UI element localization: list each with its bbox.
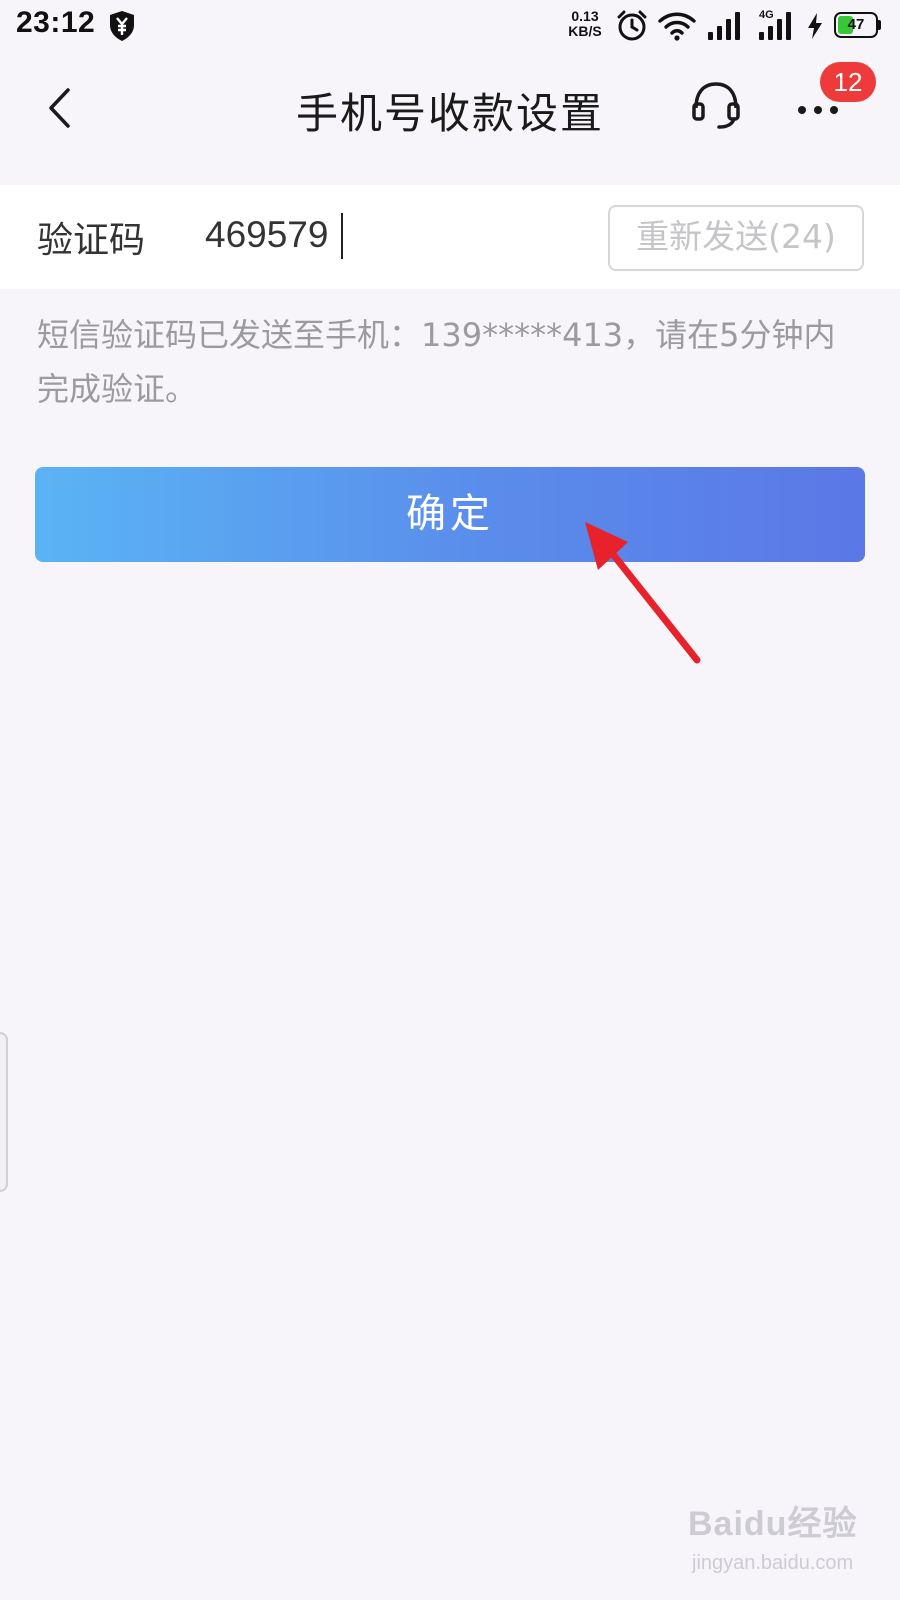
status-time: 23:12 [16,6,96,39]
text-caret [341,213,343,259]
charging-icon [808,13,822,39]
battery-text: 47 [847,16,865,33]
signal-4g-icon [759,12,791,40]
baidu-watermark: Baidu经验 jingyan.baidu.com [688,1496,888,1586]
net-speed: 0.13 KB/S [566,9,604,39]
side-drawer-handle[interactable] [0,1032,8,1192]
resend-code-button[interactable]: 重新发送(24) [608,205,864,271]
net-speed-value: 0.13 [571,8,599,24]
page-title: 手机号收款设置 [295,89,604,138]
code-input[interactable] [205,209,535,261]
notification-badge: 12 [820,62,876,102]
status-bar: 23:12 0.13 KB/S 4G 47 [0,0,900,52]
wifi-icon [658,12,696,41]
headset-icon [692,82,740,129]
code-label: 验证码 [37,220,146,261]
net-speed-unit: KB/S [568,23,602,39]
customer-service-button[interactable] [688,76,744,132]
shield-yen-icon [110,11,134,41]
sms-sent-hint: 短信验证码已发送至手机：139*****413，请在5分钟内完成验证。 [37,316,836,408]
verification-code-row: 验证码 重新发送(24) [0,185,900,289]
alarm-icon [617,10,647,41]
annotation-arrow-icon [585,522,701,664]
watermark-logo: Baidu经验 [688,1505,858,1543]
battery-tip [878,20,881,30]
battery-icon: 47 [834,12,878,38]
watermark-url: jingyan.baidu.com [692,1552,854,1574]
signal-icon [708,12,740,40]
nav-bar: 手机号收款设置 [0,52,900,160]
confirm-button[interactable]: 确定 [35,467,865,562]
